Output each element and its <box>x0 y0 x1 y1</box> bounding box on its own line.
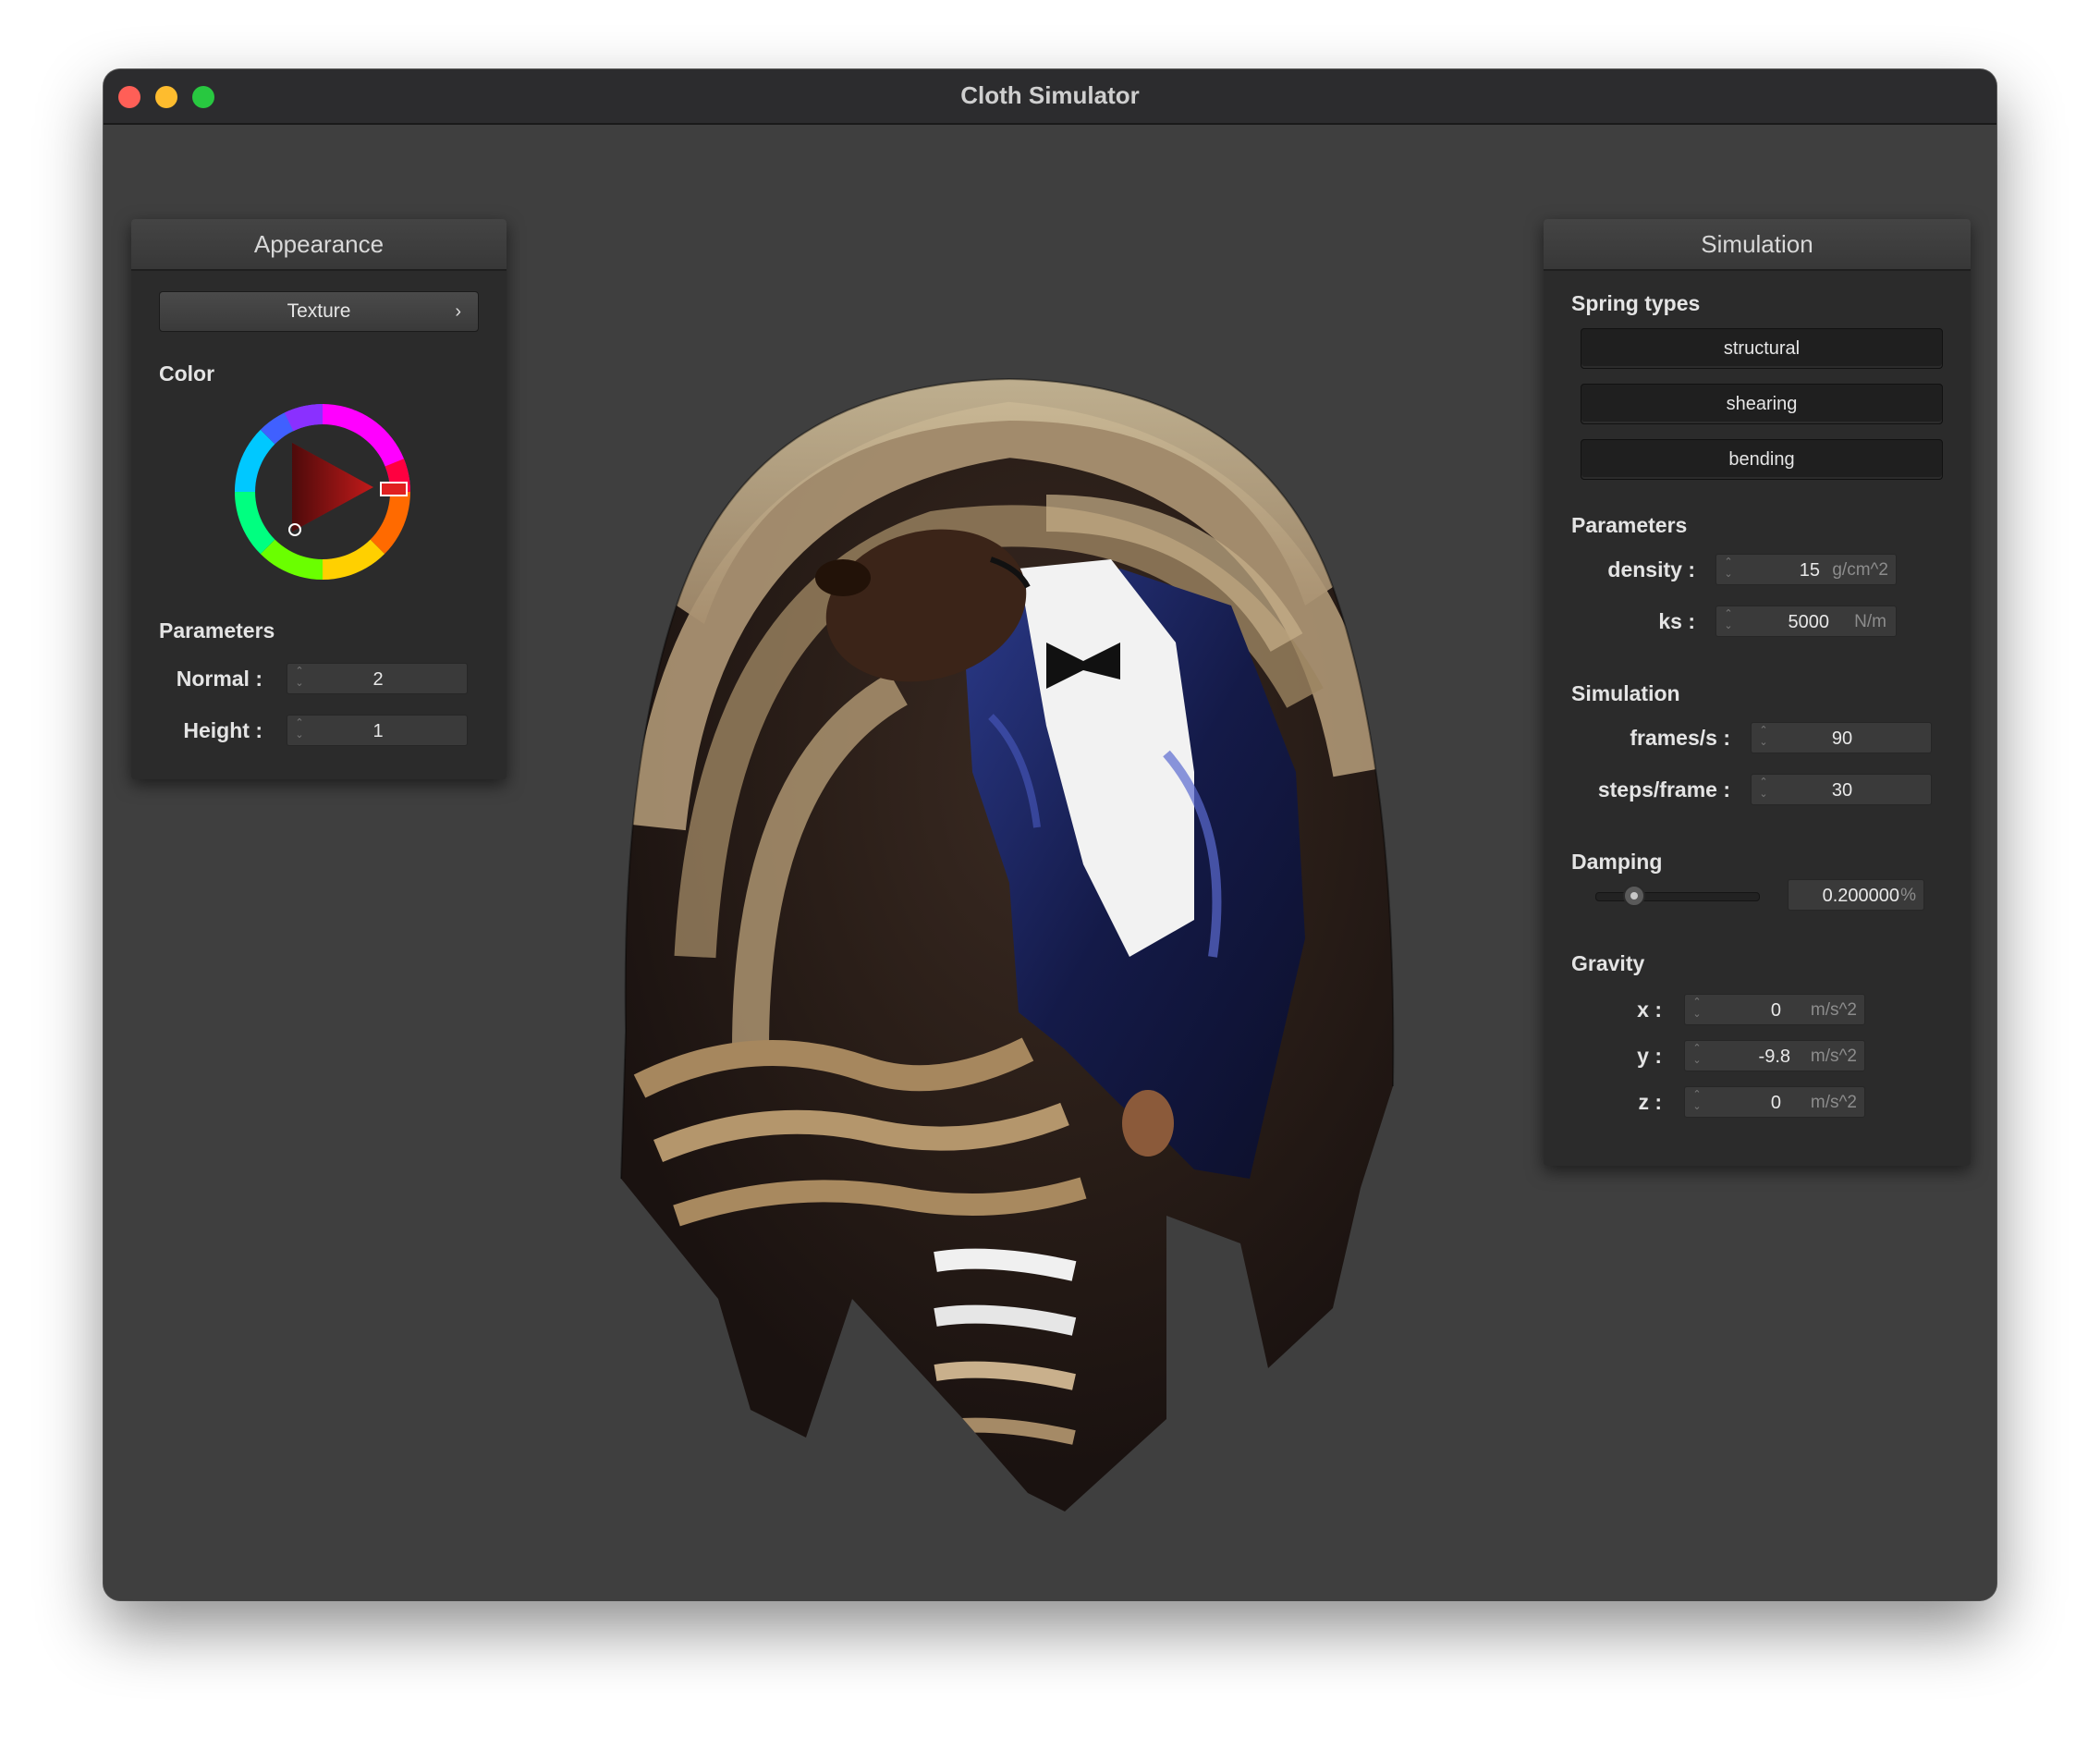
normal-label: Normal : <box>176 667 262 691</box>
texture-button-label: Texture <box>287 300 351 322</box>
sim-parameters-label: Parameters <box>1571 513 1688 537</box>
gravity-z-input[interactable]: ⌃ ⌄ 0 m/s^2 <box>1684 1086 1865 1118</box>
fps-label: frames/s : <box>1630 726 1730 750</box>
stepper-arrows-icon[interactable]: ⌃ ⌄ <box>1722 557 1735 584</box>
ks-input[interactable]: ⌃ ⌄ 5000 N/m <box>1715 606 1897 637</box>
gravity-y-label: y : <box>1637 1044 1662 1068</box>
gravity-x-value: 0 <box>1770 1000 1781 1021</box>
damping-value-box[interactable]: 0.200000 % <box>1788 879 1924 911</box>
app-window: Cloth Simulator Appearance Texture › Col… <box>104 69 1996 1600</box>
damping-slider-knob[interactable] <box>1623 885 1646 907</box>
gravity-y-value: -9.8 <box>1758 1046 1790 1067</box>
ks-unit: N/m <box>1854 612 1886 631</box>
density-value: 15 <box>1799 560 1820 581</box>
gravity-y-input[interactable]: ⌃ ⌄ -9.8 m/s^2 <box>1684 1040 1865 1071</box>
gravity-label: Gravity <box>1571 951 1645 975</box>
appearance-panel-header[interactable]: Appearance <box>131 219 507 271</box>
normal-value: 2 <box>372 669 384 690</box>
damping-unit: % <box>1900 886 1916 905</box>
appearance-parameters-label: Parameters <box>159 618 275 643</box>
simulation-section-label: Simulation <box>1571 681 1680 705</box>
shearing-button[interactable]: shearing <box>1581 384 1943 424</box>
stepper-arrows-icon[interactable]: ⌃ ⌄ <box>1691 1043 1703 1071</box>
gravity-z-label: z : <box>1638 1090 1662 1114</box>
3d-viewport[interactable]: Appearance Texture › Color Parameters No… <box>104 125 1996 1600</box>
chevron-right-icon: › <box>455 301 461 322</box>
ks-value: 5000 <box>1788 612 1830 632</box>
height-label: Height : <box>183 718 262 742</box>
gravity-z-unit: m/s^2 <box>1810 1093 1857 1112</box>
stepper-arrows-icon[interactable]: ⌃ ⌄ <box>1691 1089 1703 1117</box>
title-bar: Cloth Simulator <box>104 69 1996 125</box>
color-wheel[interactable] <box>235 404 410 580</box>
gravity-y-unit: m/s^2 <box>1810 1046 1857 1066</box>
stepper-arrows-icon[interactable]: ⌃ ⌄ <box>1722 608 1735 636</box>
gravity-z-value: 0 <box>1770 1093 1781 1113</box>
density-unit: g/cm^2 <box>1832 560 1888 580</box>
steps-label: steps/frame : <box>1597 777 1730 802</box>
spring-types-label: Spring types <box>1571 291 1701 315</box>
damping-slider-track[interactable] <box>1595 892 1760 901</box>
gravity-x-input[interactable]: ⌃ ⌄ 0 m/s^2 <box>1684 994 1865 1025</box>
height-value: 1 <box>372 721 384 741</box>
bending-button[interactable]: bending <box>1581 439 1943 480</box>
window-title: Cloth Simulator <box>960 81 1140 109</box>
gravity-x-label: x : <box>1637 998 1662 1022</box>
appearance-panel: Appearance Texture › Color Parameters No… <box>131 219 507 779</box>
ks-label: ks : <box>1658 609 1695 633</box>
normal-input[interactable]: ⌃ ⌄ 2 <box>287 663 468 694</box>
damping-label: Damping <box>1571 850 1663 874</box>
damping-value: 0.200000 <box>1822 886 1899 906</box>
steps-input[interactable]: ⌃ ⌄ 30 <box>1751 774 1932 805</box>
structural-button[interactable]: structural <box>1581 328 1943 369</box>
fps-input[interactable]: ⌃ ⌄ 90 <box>1751 722 1932 753</box>
steps-value: 30 <box>1831 780 1853 801</box>
texture-button[interactable]: Texture › <box>159 291 479 332</box>
height-input[interactable]: ⌃ ⌄ 1 <box>287 715 468 746</box>
gravity-x-unit: m/s^2 <box>1810 1000 1857 1020</box>
simulation-panel: Simulation Spring types structural shear… <box>1544 219 1971 1166</box>
fps-value: 90 <box>1831 728 1853 749</box>
density-input[interactable]: ⌃ ⌄ 15 g/cm^2 <box>1715 554 1897 585</box>
density-label: density : <box>1607 557 1695 581</box>
simulation-panel-header[interactable]: Simulation <box>1544 219 1971 271</box>
color-label: Color <box>159 361 215 386</box>
stepper-arrows-icon[interactable]: ⌃ ⌄ <box>1691 997 1703 1024</box>
